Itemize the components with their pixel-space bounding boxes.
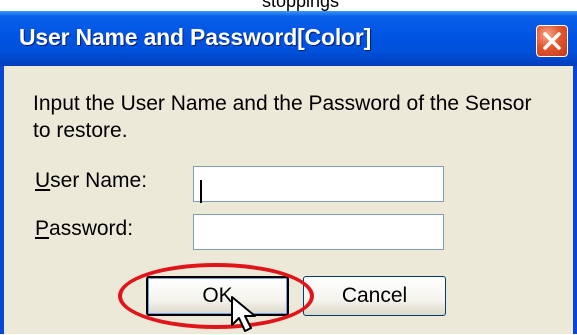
window-border-right (573, 66, 577, 334)
password-label-text: assword: (49, 217, 134, 240)
password-input[interactable] (193, 214, 444, 250)
password-access-key: P (35, 217, 50, 240)
instruction-message: Input the User Name and the Password of … (33, 92, 532, 142)
username-input[interactable] (193, 166, 444, 202)
text-caret (200, 180, 202, 203)
window-title: User Name and Password[Color] (19, 24, 372, 50)
title-bar[interactable]: User Name and Password[Color] (0, 11, 577, 66)
username-label: User Name: (35, 169, 147, 193)
password-label: Password: (35, 217, 133, 241)
close-button[interactable] (536, 25, 568, 57)
username-access-key: U (35, 169, 51, 192)
ok-button[interactable]: OK (146, 276, 289, 316)
window-border-left (0, 66, 4, 334)
mouse-pointer-icon (231, 296, 256, 332)
cut-off-text: stoppings (262, 0, 340, 11)
dialog-window: User Name and Password[Color] Input the … (0, 11, 577, 334)
cancel-button[interactable]: Cancel (303, 276, 446, 316)
background-cut-text-strip: stoppings (0, 0, 577, 11)
close-icon (543, 32, 561, 50)
username-label-text: ser Name: (50, 169, 148, 192)
